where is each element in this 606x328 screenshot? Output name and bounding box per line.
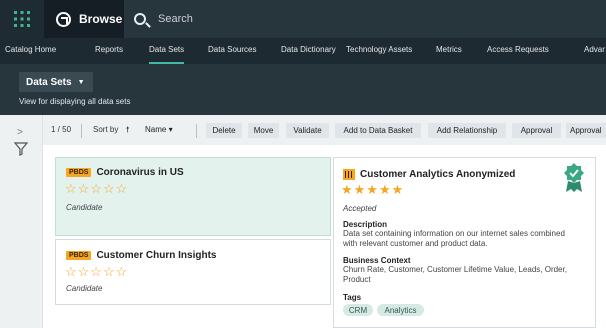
results-grid: PBDS Coronavirus in US ☆☆☆☆☆ Candidate PB… bbox=[43, 145, 606, 328]
validate-button[interactable]: Validate bbox=[286, 123, 329, 138]
nav-item-advanced[interactable]: Advar bbox=[584, 38, 605, 64]
catalog-nav: Catalog Home Reports Data Sets Data Sour… bbox=[0, 38, 606, 64]
move-button[interactable]: Move bbox=[248, 123, 279, 138]
left-rail: > bbox=[0, 115, 43, 328]
table-icon bbox=[343, 169, 355, 180]
status-label: Candidate bbox=[66, 203, 103, 212]
rating-stars[interactable]: ★★★★★ bbox=[341, 182, 404, 198]
tags-heading: Tags bbox=[343, 293, 362, 302]
description-line: Data set containing information on our i… bbox=[343, 229, 565, 238]
search-placeholder: Search bbox=[158, 13, 193, 25]
page-header: Data Sets ▼ View for displaying all data… bbox=[0, 64, 606, 115]
rating-stars[interactable]: ☆☆☆☆☆ bbox=[65, 181, 128, 197]
sort-ascending-icon[interactable]: 🠕 bbox=[126, 124, 129, 138]
search-icon bbox=[134, 13, 146, 25]
tag-chip[interactable]: CRM bbox=[343, 304, 373, 316]
tag-list: CRM Analytics bbox=[343, 304, 463, 316]
results-toolbar: 1 / 50 Sort by 🠕 Name ▾ Delete Move Vali… bbox=[43, 115, 606, 145]
business-context-heading: Business Context bbox=[343, 256, 411, 265]
nav-item-data-sets[interactable]: Data Sets bbox=[149, 38, 185, 64]
browse-label: Browse bbox=[79, 12, 123, 26]
description-text: Data set containing information on our i… bbox=[343, 229, 565, 249]
dataset-card[interactable]: Customer Analytics Anonymized ★★★★★ Acce… bbox=[333, 157, 596, 328]
toolbar-divider bbox=[81, 124, 82, 138]
card-title-row[interactable]: Customer Analytics Anonymized bbox=[343, 169, 515, 180]
business-context-text: Churn Rate, Customer, Customer Lifetime … bbox=[343, 265, 567, 285]
browse-tab[interactable]: Browse bbox=[44, 0, 124, 38]
card-title: Coronavirus in US bbox=[96, 167, 184, 178]
result-count: 1 / 50 bbox=[51, 125, 72, 134]
nav-item-metrics[interactable]: Metrics bbox=[436, 38, 462, 64]
filter-icon[interactable] bbox=[14, 142, 28, 156]
card-title: Customer Analytics Anonymized bbox=[360, 169, 516, 181]
approval-button[interactable]: Approval bbox=[512, 123, 561, 138]
description-heading: Description bbox=[343, 220, 388, 229]
card-title: Customer Churn Insights bbox=[96, 250, 217, 261]
app-logo[interactable] bbox=[0, 0, 44, 38]
add-to-data-basket-button[interactable]: Add to Data Basket bbox=[335, 123, 421, 138]
nav-item-data-dictionary[interactable]: Data Dictionary bbox=[281, 38, 336, 64]
context-line: Product bbox=[343, 275, 371, 284]
sort-field-dropdown[interactable]: Name ▾ bbox=[145, 125, 173, 134]
dataset-card[interactable]: PBDS Customer Churn Insights ☆☆☆☆☆ Candid… bbox=[55, 239, 331, 305]
toolbar-divider bbox=[196, 124, 197, 138]
top-bar: Browse Search bbox=[0, 0, 606, 38]
rating-stars[interactable]: ☆☆☆☆☆ bbox=[65, 264, 128, 280]
sort-field-label: Name bbox=[145, 125, 167, 134]
view-selector-dropdown[interactable]: Data Sets ▼ bbox=[19, 72, 93, 92]
grid-logo-icon bbox=[14, 11, 30, 27]
expand-chevron-icon[interactable]: > bbox=[17, 127, 23, 138]
nav-item-access-requests[interactable]: Access Requests bbox=[487, 38, 549, 64]
view-description: View for displaying all data sets bbox=[19, 97, 131, 106]
card-title-row[interactable]: PBDS Coronavirus in US bbox=[66, 167, 184, 178]
card-title-row[interactable]: PBDS Customer Churn Insights bbox=[66, 250, 216, 261]
context-line: Churn Rate, Customer, Customer Lifetime … bbox=[343, 265, 567, 274]
nav-item-data-sources[interactable]: Data Sources bbox=[208, 38, 256, 64]
nav-item-catalog-home[interactable]: Catalog Home bbox=[5, 38, 56, 64]
approval-button-2[interactable]: Approval bbox=[566, 123, 606, 138]
nav-item-technology-assets[interactable]: Technology Assets bbox=[346, 38, 412, 64]
status-label: Accepted bbox=[343, 204, 377, 213]
description-line: with relevant customer and product data. bbox=[343, 239, 488, 248]
nav-item-reports[interactable]: Reports bbox=[95, 38, 123, 64]
delete-button[interactable]: Delete bbox=[206, 123, 242, 138]
sort-label: Sort by bbox=[93, 125, 119, 134]
pbds-badge: PBDS bbox=[66, 167, 92, 177]
caret-down-icon: ▼ bbox=[77, 78, 85, 86]
view-selector-label: Data Sets bbox=[26, 76, 72, 88]
compass-icon bbox=[56, 11, 71, 27]
pbds-badge: PBDS bbox=[66, 250, 92, 260]
dataset-card[interactable]: PBDS Coronavirus in US ☆☆☆☆☆ Candidate bbox=[55, 157, 331, 236]
certified-badge-icon bbox=[564, 163, 584, 192]
status-label: Candidate bbox=[66, 284, 103, 293]
add-relationship-button[interactable]: Add Relationship bbox=[428, 123, 506, 138]
search-input[interactable]: Search bbox=[134, 0, 193, 38]
tag-chip[interactable]: Analytics bbox=[377, 304, 424, 316]
